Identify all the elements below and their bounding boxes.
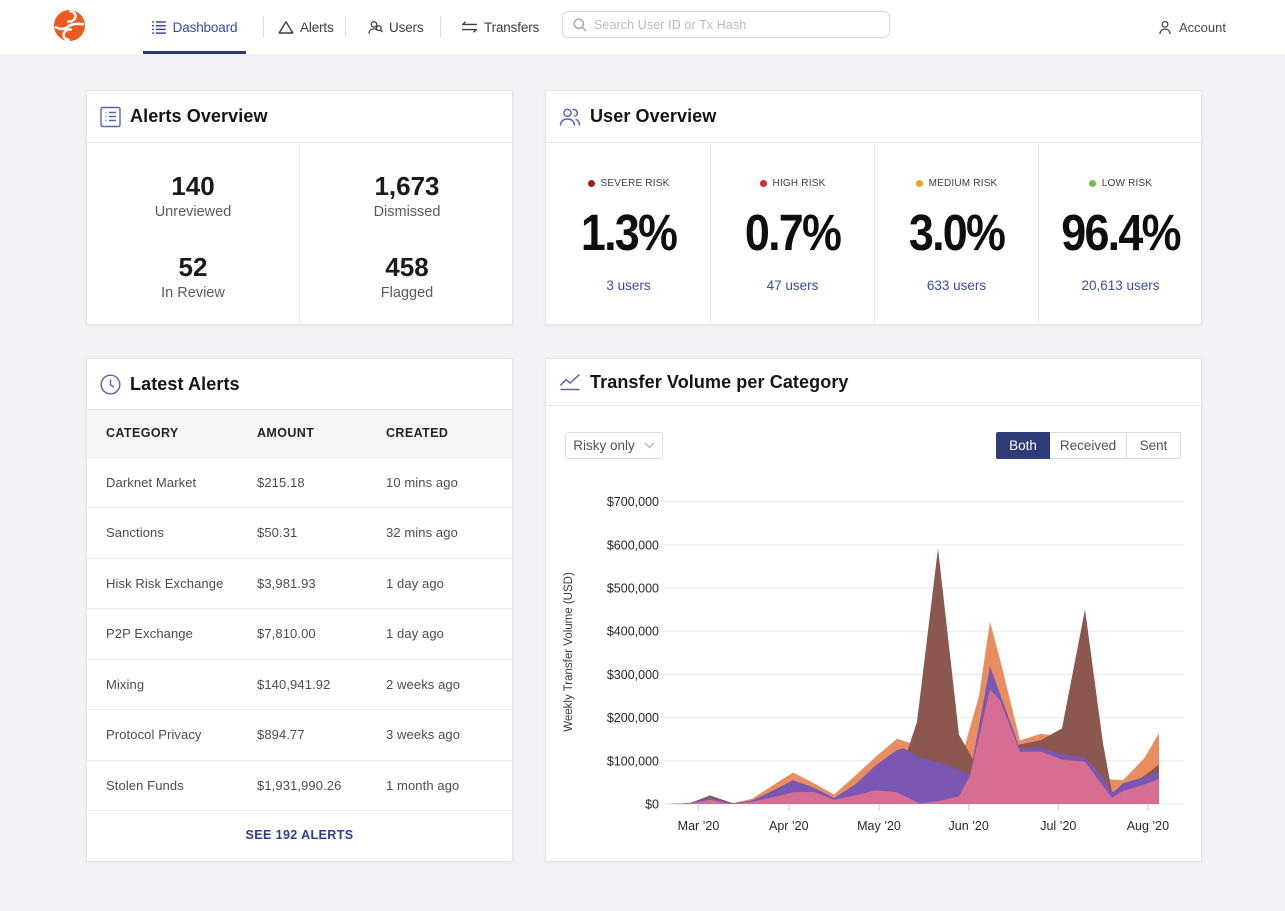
svg-text:$500,000: $500,000 — [607, 582, 659, 596]
svg-text:$600,000: $600,000 — [607, 538, 659, 552]
svg-text:Apr ’20: Apr ’20 — [769, 819, 809, 833]
svg-text:Mar ’20: Mar ’20 — [678, 819, 720, 833]
svg-text:$700,000: $700,000 — [607, 495, 659, 509]
svg-text:$0: $0 — [645, 798, 659, 812]
svg-text:$300,000: $300,000 — [607, 668, 659, 682]
svg-text:$200,000: $200,000 — [607, 711, 659, 725]
svg-text:Weekly Transfer Volume (USD): Weekly Transfer Volume (USD) — [563, 572, 575, 732]
svg-text:$100,000: $100,000 — [607, 754, 659, 768]
svg-text:Jul ’20: Jul ’20 — [1040, 819, 1076, 833]
svg-text:$400,000: $400,000 — [607, 625, 659, 639]
svg-text:Jun ’20: Jun ’20 — [949, 819, 989, 833]
svg-text:May ’20: May ’20 — [857, 819, 901, 833]
svg-text:Aug ’20: Aug ’20 — [1127, 819, 1169, 833]
